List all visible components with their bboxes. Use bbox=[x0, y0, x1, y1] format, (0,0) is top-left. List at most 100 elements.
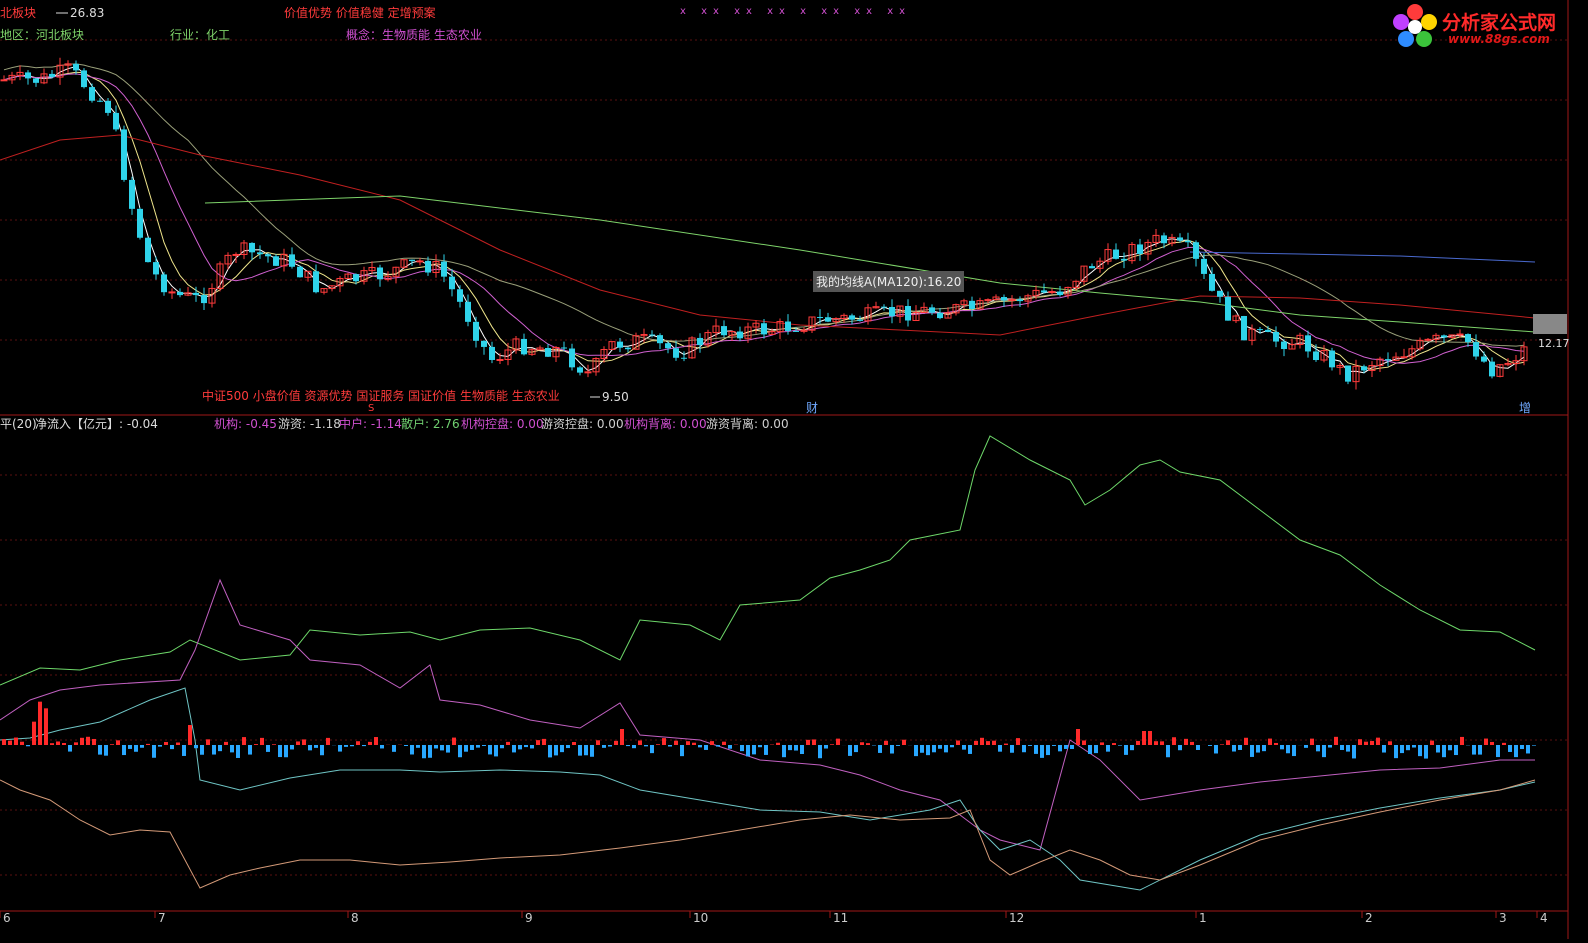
indicator-bar-down bbox=[1418, 745, 1422, 756]
indicator-bar-down bbox=[1196, 745, 1200, 750]
jigou-value: 机构: -0.45 bbox=[214, 417, 277, 431]
indicator-bar-up bbox=[830, 744, 834, 745]
indicator-bar-up bbox=[374, 737, 378, 745]
indicator-bar-down bbox=[1214, 745, 1218, 753]
indicator-bar-down bbox=[920, 745, 924, 753]
indicator-bar-down bbox=[1304, 745, 1308, 748]
indicator-bar-up bbox=[836, 739, 840, 745]
indicator-bar-down bbox=[512, 745, 516, 752]
indicator-bar-up bbox=[146, 744, 150, 745]
indicator-bar-up bbox=[1154, 741, 1158, 745]
indicator-bar-down bbox=[1532, 745, 1536, 746]
indicator-bar-down bbox=[458, 745, 462, 757]
indicator-bar-up bbox=[260, 738, 264, 745]
indicator-bar-down bbox=[1508, 745, 1512, 752]
indicator-bar-up bbox=[1136, 741, 1140, 745]
indicator-bar-down bbox=[1178, 745, 1182, 750]
indicator-bar-down bbox=[488, 745, 492, 754]
indicator-bar-up bbox=[14, 738, 18, 745]
indicator-bar-down bbox=[290, 745, 294, 749]
indicator-bar-down bbox=[200, 745, 204, 755]
candle-body-down bbox=[569, 349, 575, 368]
indicator-bar-up bbox=[116, 740, 120, 745]
indicator-bar-down bbox=[464, 745, 468, 752]
x-tick-label: 3 bbox=[1499, 911, 1507, 925]
indicator-bar-down bbox=[1094, 745, 1098, 753]
indicator-bar-down bbox=[764, 745, 768, 755]
indicator-bar-up bbox=[326, 738, 330, 745]
indicator-bar-down bbox=[584, 745, 588, 755]
indicator-bar-down bbox=[1400, 745, 1404, 753]
candle-body-down bbox=[1209, 274, 1215, 291]
indicator-bar-up bbox=[692, 743, 696, 745]
candle-body-down bbox=[1481, 357, 1487, 362]
indicator-bar-down bbox=[68, 745, 72, 752]
indicator-bar-down bbox=[212, 745, 216, 755]
candle-body-down bbox=[1057, 292, 1063, 296]
zhonghu-value: 中户: -1.14 bbox=[339, 417, 402, 431]
chart-stage[interactable]: 67891011121234 分析家公式网 www.88gs.com 北板块 2… bbox=[0, 0, 1588, 939]
indicator-bar-up bbox=[1460, 737, 1464, 745]
jigou-beili-value: 机构背离: 0.00 bbox=[624, 417, 707, 431]
indicator-bar-down bbox=[548, 745, 552, 757]
candle-body-down bbox=[561, 348, 567, 349]
indicator-bar-down bbox=[128, 745, 132, 749]
indicator-bar-down bbox=[950, 745, 954, 747]
candle-body-down bbox=[1273, 332, 1279, 342]
indicator-bar-down bbox=[122, 745, 126, 755]
youzi-line bbox=[0, 688, 1535, 890]
candle-body-down bbox=[1489, 362, 1495, 377]
candle-body-down bbox=[1185, 241, 1191, 243]
indicator-bar-down bbox=[470, 745, 474, 750]
candle-body-down bbox=[81, 70, 87, 87]
indicator-bar-down bbox=[998, 745, 1002, 752]
indicator-bar-down bbox=[1058, 745, 1062, 751]
candle-body-down bbox=[785, 322, 791, 331]
indicator-bar-up bbox=[956, 741, 960, 745]
indicator-bars bbox=[2, 702, 1536, 759]
candle-body-up bbox=[169, 292, 175, 293]
indicator-bar-up bbox=[1112, 743, 1116, 745]
candle-body-down bbox=[33, 78, 39, 82]
indicator-bar-down bbox=[728, 745, 732, 749]
indicator-bar-down bbox=[152, 745, 156, 758]
candle-body-down bbox=[1473, 342, 1479, 356]
candle-body-down bbox=[73, 64, 79, 71]
candle-body-down bbox=[817, 317, 823, 318]
ma-blue-line bbox=[1190, 252, 1535, 262]
indicator-bar-down bbox=[170, 745, 174, 749]
indicator-bar-down bbox=[500, 745, 504, 748]
candle-body-down bbox=[161, 274, 167, 292]
indicator-bar-down bbox=[1130, 745, 1134, 750]
indicator-bar-up bbox=[44, 708, 48, 745]
indicator-bar-down bbox=[758, 745, 762, 747]
indicator-bar-down bbox=[824, 745, 828, 749]
candle-body-down bbox=[1465, 334, 1471, 342]
indicator-bar-down bbox=[1118, 745, 1122, 746]
candle-body-down bbox=[1177, 237, 1183, 240]
candle-body-down bbox=[1361, 366, 1367, 370]
candle-body-down bbox=[249, 243, 255, 252]
ma120-tooltip: 我的均线A(MA120):16.20 bbox=[813, 271, 964, 292]
candle-body-down bbox=[697, 338, 703, 345]
indicator-bar-up bbox=[1430, 741, 1434, 745]
chart-svg[interactable]: 67891011121234 bbox=[0, 0, 1588, 939]
candle-body-down bbox=[1329, 351, 1335, 368]
indicator-bar-up bbox=[20, 742, 24, 745]
indicator-bar-down bbox=[1286, 745, 1290, 753]
indicator-bar-down bbox=[938, 745, 942, 749]
indicator-bar-up bbox=[1310, 739, 1314, 745]
indicator-bar-down bbox=[134, 745, 138, 752]
candle-body-down bbox=[545, 348, 551, 357]
indicator-bar-down bbox=[1052, 745, 1056, 746]
indicator-bar-up bbox=[1220, 744, 1224, 745]
indicator-bar-down bbox=[818, 745, 822, 758]
candle-body-down bbox=[89, 87, 95, 101]
indicator-bar-down bbox=[752, 745, 756, 754]
indicator-bar-up bbox=[572, 742, 576, 745]
indicator-bar-down bbox=[1238, 745, 1242, 750]
candle-body-down bbox=[449, 277, 455, 290]
x-tick-label: 12 bbox=[1009, 911, 1024, 925]
indicator-bar-up bbox=[1226, 740, 1230, 745]
candle-body-down bbox=[265, 254, 271, 256]
